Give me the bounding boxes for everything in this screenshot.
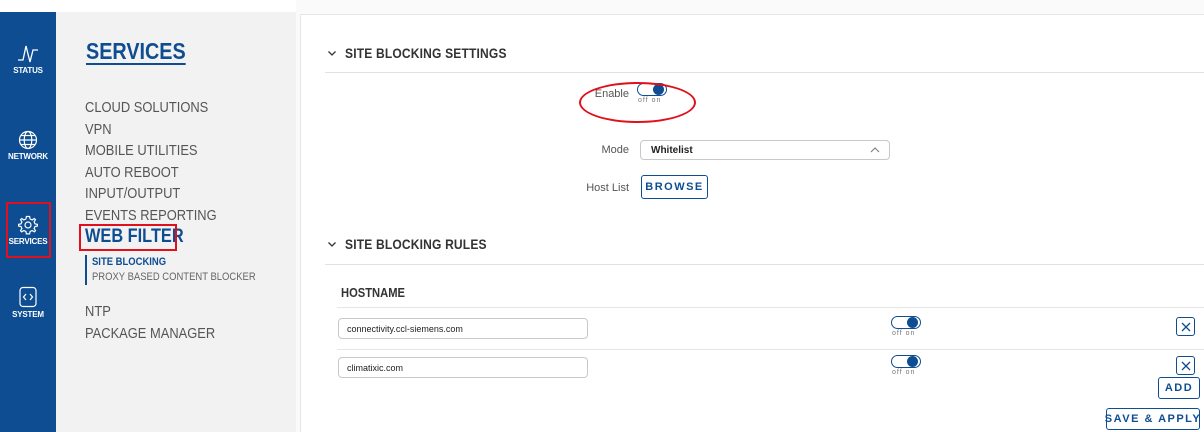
delete-rule-button-2[interactable] [1176, 356, 1195, 375]
menu-item-cloud-solutions[interactable]: CLOUD SOLUTIONS [85, 97, 217, 119]
menu-list-continued: NTP PACKAGE MANAGER [85, 301, 236, 344]
chevron-up-icon [870, 147, 880, 153]
mode-label: Mode [601, 144, 629, 156]
globe-icon [18, 130, 38, 150]
mode-select-value: Whitelist [651, 144, 693, 156]
chevron-down-icon [328, 51, 336, 56]
services-menu: SERVICES CLOUD SOLUTIONS VPN MOBILE UTIL… [56, 12, 296, 432]
rail-item-services[interactable]: SERVICES [0, 202, 56, 258]
web-filter-highlight-box [79, 224, 177, 251]
menu-title[interactable]: SERVICES [86, 38, 186, 65]
delete-rule-button-1[interactable] [1176, 317, 1195, 336]
rule-toggle-1[interactable]: off on [891, 316, 925, 340]
browse-button[interactable]: BROWSE [641, 175, 708, 199]
host-list-label: Host List [586, 182, 629, 194]
submenu-item-proxy-content-blocker[interactable]: PROXY BASED CONTENT BLOCKER [92, 270, 256, 285]
rail-item-network[interactable]: NETWORK [0, 130, 56, 161]
menu-item-package-manager[interactable]: PACKAGE MANAGER [85, 323, 215, 345]
menu-item-input-output[interactable]: INPUT/OUTPUT [85, 183, 217, 205]
settings-divider [325, 72, 1204, 73]
rail-item-status[interactable]: STATUS [0, 40, 56, 75]
save-apply-button[interactable]: SAVE & APPLY [1105, 408, 1200, 430]
menu-item-vpn[interactable]: VPN [85, 119, 217, 141]
rail-label-status: STATUS [13, 66, 43, 75]
rail-label-network: NETWORK [8, 152, 48, 161]
hostname-input-2[interactable]: climatixic.com [338, 357, 588, 378]
rule-row-line-1 [337, 349, 1204, 350]
mode-select[interactable]: Whitelist [640, 140, 890, 160]
rail-label-system: SYSTEM [12, 310, 44, 319]
icon-rail: STATUS NETWORK SERVICES SYSTEM [0, 12, 56, 432]
web-filter-submenu: SITE BLOCKING PROXY BASED CONTENT BLOCKE… [85, 255, 282, 285]
menu-item-ntp[interactable]: NTP [85, 301, 215, 323]
rules-section-header[interactable]: SITE BLOCKING RULES [327, 236, 510, 252]
header-row-line [337, 307, 1204, 308]
rail-item-system[interactable]: SYSTEM [0, 286, 56, 319]
rules-section-title: SITE BLOCKING RULES [345, 236, 487, 252]
pulse-icon [18, 45, 38, 63]
hostname-input-1[interactable]: connectivity.ccl-siemens.com [338, 318, 588, 339]
submenu-item-site-blocking[interactable]: SITE BLOCKING [92, 255, 256, 270]
services-highlight-box [6, 202, 51, 258]
menu-item-mobile-utilities[interactable]: MOBILE UTILITIES [85, 140, 217, 162]
hostname-column-header: HOSTNAME [341, 285, 405, 300]
settings-section-title: SITE BLOCKING SETTINGS [345, 45, 507, 61]
site-blocking-panel: SITE BLOCKING SETTINGS Enable off on Mod… [300, 14, 1204, 432]
close-icon [1181, 361, 1190, 370]
menu-item-auto-reboot[interactable]: AUTO REBOOT [85, 162, 217, 184]
add-rule-button[interactable]: ADD [1158, 377, 1200, 399]
enable-highlight-ring [579, 82, 696, 123]
close-icon [1181, 322, 1190, 331]
code-icon [19, 286, 37, 308]
chevron-down-icon [328, 242, 336, 247]
toggle-off-on-label: off on [892, 330, 916, 337]
rules-divider [325, 264, 1204, 265]
rule-toggle-2[interactable]: off on [891, 355, 925, 379]
toggle-knob [907, 356, 918, 367]
content-area: SITE BLOCKING SETTINGS Enable off on Mod… [296, 0, 1204, 432]
toggle-off-on-label: off on [892, 369, 916, 376]
toggle-knob [907, 317, 918, 328]
menu-item-events-reporting[interactable]: EVENTS REPORTING [85, 205, 217, 227]
settings-section-header[interactable]: SITE BLOCKING SETTINGS [327, 45, 533, 61]
